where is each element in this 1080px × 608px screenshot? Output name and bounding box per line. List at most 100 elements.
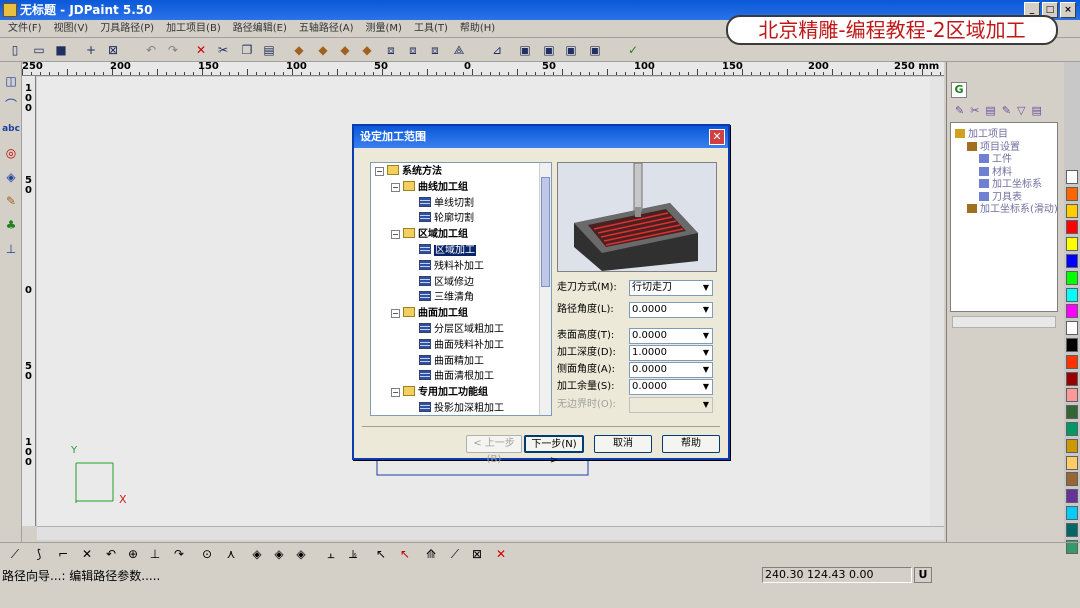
angle-icon[interactable]: ⋏ [222,546,240,562]
shade-2-icon[interactable]: ▣ [540,41,558,59]
color-swatch[interactable] [1066,422,1078,436]
color-swatch[interactable] [1066,388,1078,403]
cut-icon[interactable]: ✂ [214,41,232,59]
path-check-icon[interactable]: ✓ [624,41,642,59]
spline-path-icon[interactable]: ⟆ [30,546,48,562]
param-input[interactable]: 0.0000 ▼ [629,362,713,378]
curve-path-icon[interactable]: ↶ [102,546,120,562]
tree-item[interactable]: 区域加工 [407,244,476,258]
color-swatch[interactable] [1066,254,1078,268]
tree-item[interactable]: 三维清角 [407,291,474,305]
param-input[interactable]: ▼ [629,397,713,413]
pointer-1-icon[interactable]: ↖ [372,546,390,562]
color-swatch[interactable] [1066,304,1078,319]
box-view-1-icon[interactable]: ◆ [290,41,308,59]
undo-icon[interactable]: ↶ [142,41,160,59]
diamond-2-icon[interactable]: ◈ [270,546,288,562]
diamond-1-icon[interactable]: ◈ [248,546,266,562]
menu-item-5[interactable]: 五轴路径(A) [293,20,360,37]
circle-path-icon[interactable]: ⊕ [124,546,142,562]
tree-item[interactable]: 分层区域粗加工 [407,323,504,337]
pointer-delete-icon[interactable]: ↖ [396,546,414,562]
expand-toggle-icon[interactable]: − [375,167,384,176]
param-input[interactable]: 0.0000 ▼ [629,379,713,395]
select-box-icon[interactable]: ⊠ [104,41,122,59]
color-swatch[interactable] [1066,220,1078,235]
color-swatch[interactable] [1066,170,1078,184]
box-view-3-icon[interactable]: ◆ [336,41,354,59]
arc-path-icon[interactable]: ⌐ [54,546,72,562]
box-view-4-icon[interactable]: ◆ [358,41,376,59]
tree-group[interactable]: − 区域加工组 [391,228,468,242]
layer-2-icon[interactable]: ⫡ [344,546,362,562]
view-cube-3-icon[interactable]: ⧈ [426,41,444,59]
cancel-button[interactable]: 取消 [594,435,652,453]
tree-group[interactable]: − 专用加工功能组 [391,386,488,400]
tree-group[interactable]: − 曲线加工组 [391,180,468,195]
mesh-tool-icon[interactable]: ♣ [2,216,20,234]
shade-4-icon[interactable]: ▣ [586,41,604,59]
tree-item[interactable]: 区域修边 [407,275,474,290]
panel-tab-g[interactable]: G [951,82,967,98]
tool-3-icon[interactable]: ⊠ [468,546,486,562]
expand-toggle-icon[interactable]: − [391,182,400,192]
cancel-path-icon[interactable]: ✕ [492,546,510,562]
dialog-close-button[interactable]: ✕ [709,129,725,145]
tree-item[interactable]: 轮廓切割 [407,212,474,226]
color-swatch[interactable] [1066,354,1078,369]
select-tool-icon[interactable]: ◫ [2,72,20,90]
color-swatch[interactable] [1066,371,1078,386]
dimension-tool-icon[interactable]: ⊥ [2,240,20,258]
copy-icon[interactable]: ❐ [238,41,256,59]
line-path-icon[interactable]: ⟋ [6,546,24,562]
expand-toggle-icon[interactable]: − [391,388,400,398]
redo-icon[interactable]: ↷ [164,41,182,59]
circle-tool-icon[interactable]: ◎ [2,144,20,162]
perpendicular-icon[interactable]: ⊥ [146,546,164,562]
tree-item[interactable]: 曲面清根加工 [407,370,494,384]
curve-tool-icon[interactable]: ⌒ [2,96,20,114]
project-tree-scrollbar[interactable] [952,316,1056,328]
expand-toggle-icon[interactable]: − [391,230,400,240]
canvas-horizontal-scrollbar[interactable] [37,526,944,540]
color-swatch[interactable] [1066,203,1078,218]
color-swatch[interactable] [1066,489,1078,504]
menu-item-3[interactable]: 加工项目(B) [160,20,227,37]
axis-view-icon[interactable]: ⟁ [450,41,468,59]
prev-step-button[interactable]: < 上一步(B) [466,435,522,465]
color-swatch[interactable] [1066,522,1078,537]
menu-item-7[interactable]: 工具(T) [408,20,454,37]
bend-path-icon[interactable]: ↷ [170,546,188,562]
color-swatch[interactable] [1066,321,1078,336]
box-view-2-icon[interactable]: ◆ [314,41,332,59]
canvas-vertical-scrollbar[interactable] [930,77,944,526]
chevron-down-icon[interactable]: ▼ [700,303,712,317]
shade-3-icon[interactable]: ▣ [562,41,580,59]
new-file-icon[interactable]: ▯ [6,41,24,59]
close-button[interactable]: × [1060,2,1076,18]
menu-item-6[interactable]: 测量(M) [360,20,408,37]
tool-2-icon[interactable]: ⟋ [446,546,464,562]
chevron-down-icon[interactable]: ▼ [700,281,712,295]
layer-1-icon[interactable]: ⫠ [322,546,340,562]
color-swatch[interactable] [1066,405,1078,420]
transform-tool-icon[interactable]: ◈ [2,168,20,186]
tree-item[interactable]: 残料补加工 [407,259,484,274]
help-button[interactable]: 帮助 [662,435,720,453]
param-input[interactable]: 0.0000 ▼ [629,302,713,318]
method-tree[interactable]: − 系统方法 − 曲线加工组 单线切割 轮廓切割 − 区域加工组 区域加工 残料补加工 区域修边 三维… [370,162,552,416]
tree-item[interactable]: 单线切割 [407,196,474,211]
open-folder-icon[interactable]: ▭ [30,41,48,59]
cross-path-icon[interactable]: ✕ [78,546,96,562]
color-swatch[interactable] [1066,237,1078,252]
tree-item[interactable]: 曲面精加工 [407,354,484,369]
chevron-down-icon[interactable]: ▼ [700,398,712,412]
param-input[interactable]: 0.0000 ▼ [629,328,713,344]
measure-icon[interactable]: ⊿ [488,41,506,59]
tree-item[interactable]: 投影加深粗加工 [407,402,504,415]
tree-item[interactable]: 曲面残料补加工 [407,338,504,353]
project-tree[interactable]: 加工项目 项目设置 工件 材料 加工坐标系 刀具表 加工坐标系(滑动) [950,122,1058,312]
text-tool-icon[interactable]: abc [2,120,20,138]
view-cube-1-icon[interactable]: ⧈ [382,41,400,59]
chevron-down-icon[interactable]: ▼ [700,329,712,343]
